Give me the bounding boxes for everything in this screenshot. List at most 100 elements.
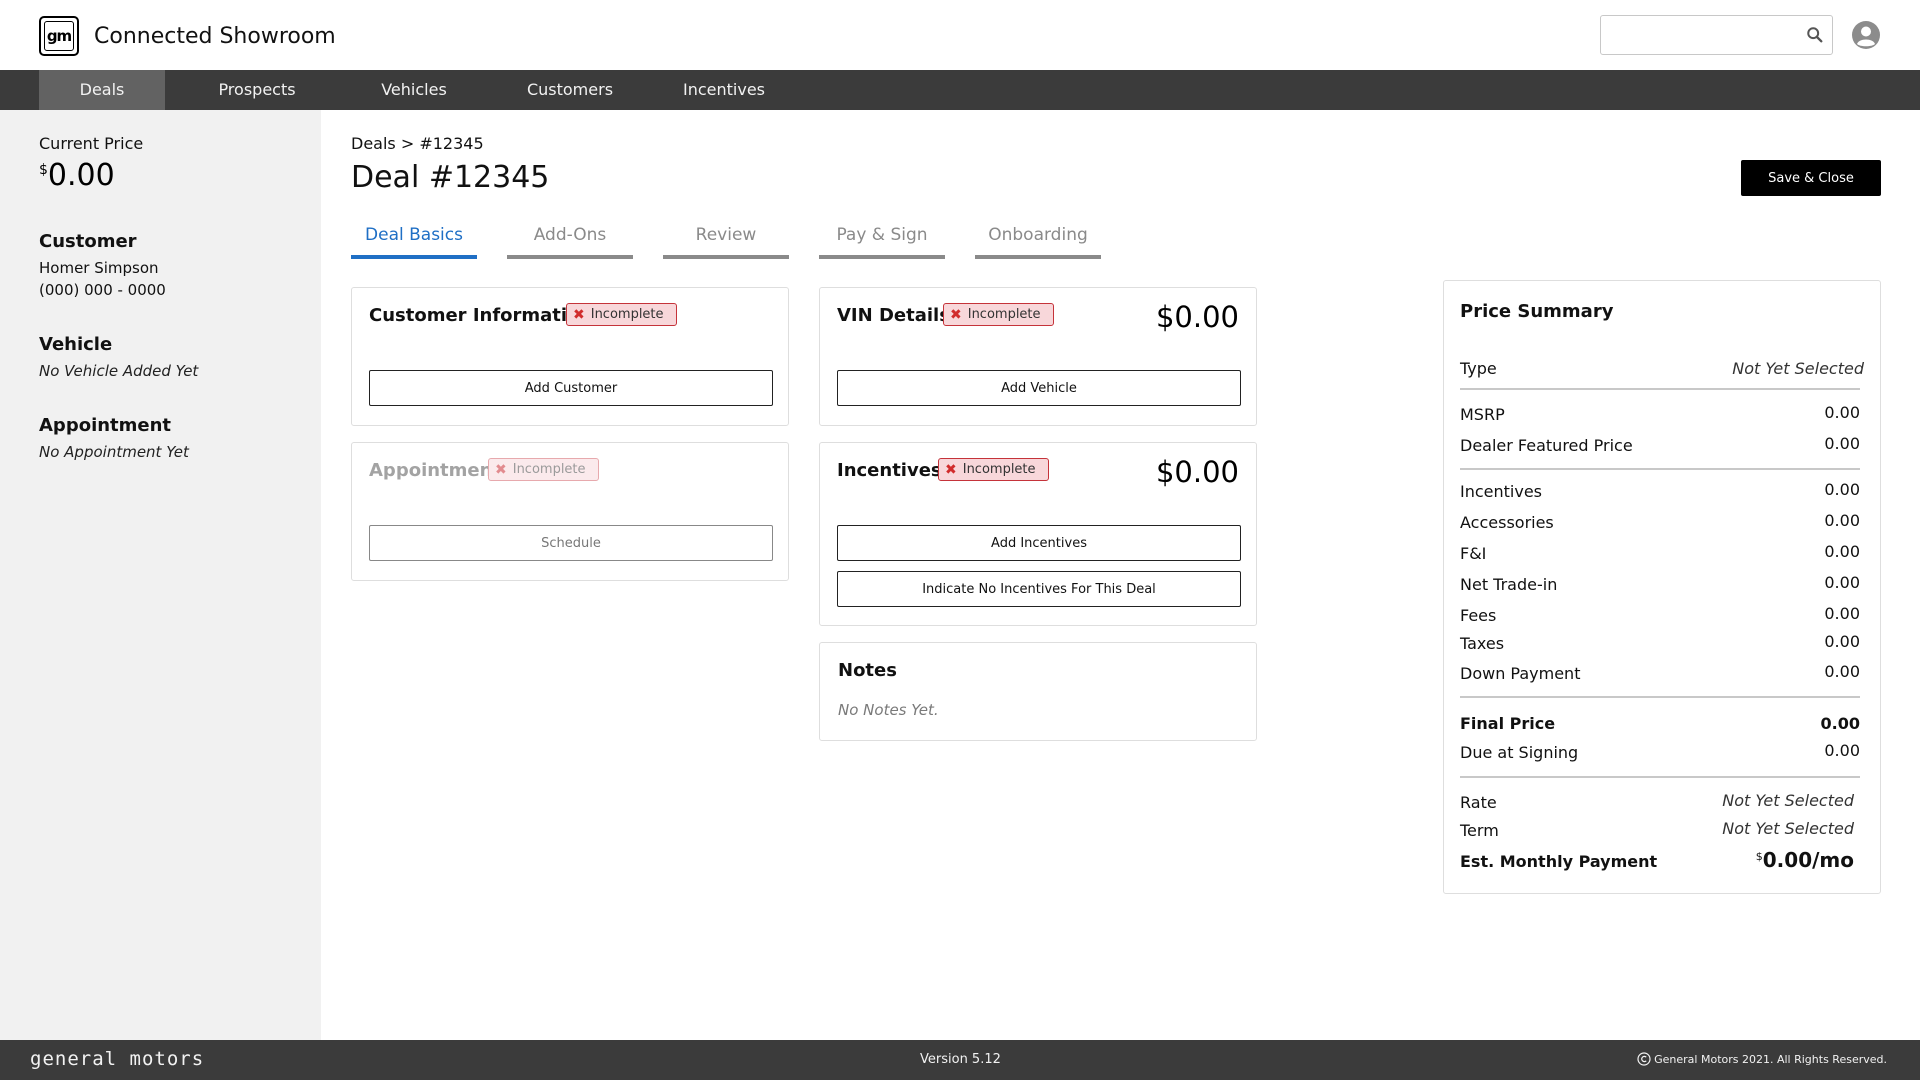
summary-label: Due at Signing xyxy=(1460,743,1579,762)
nav-item-incentives[interactable]: Incentives xyxy=(664,70,784,110)
add-customer-button[interactable]: Add Customer xyxy=(369,370,773,406)
summary-label: Net Trade-in xyxy=(1460,575,1558,594)
summary-label: Down Payment xyxy=(1460,664,1581,683)
add-incentives-button[interactable]: Add Incentives xyxy=(837,525,1241,561)
breadcrumb[interactable]: Deals > #12345 xyxy=(351,134,484,153)
incomplete-x-icon: ✖ xyxy=(950,306,962,323)
add-vehicle-button[interactable]: Add Vehicle xyxy=(837,370,1241,406)
summary-value: 0.00 xyxy=(1820,714,1860,733)
appointment-value: No Appointment Yet xyxy=(39,443,189,461)
search-icon[interactable] xyxy=(1806,26,1824,44)
nav-item-deals[interactable]: Deals xyxy=(39,70,165,110)
vehicle-heading: Vehicle xyxy=(39,334,113,355)
summary-label: MSRP xyxy=(1460,405,1505,424)
summary-value: 0.00 xyxy=(1824,542,1860,561)
monthly-amount: 0.00/mo xyxy=(1762,848,1854,872)
status-badge: ✖ Incomplete xyxy=(943,303,1054,326)
notes-empty-text: No Notes Yet. xyxy=(838,701,939,719)
currency-symbol: $ xyxy=(1755,850,1763,863)
page-title: Deal #12345 xyxy=(351,160,550,195)
summary-value: 0.00 xyxy=(1824,480,1860,499)
tab-add-ons[interactable]: Add-Ons xyxy=(507,225,633,259)
tab-pay-sign[interactable]: Pay & Sign xyxy=(819,225,945,259)
summary-label: Term xyxy=(1460,821,1499,840)
footer-version: Version 5.12 xyxy=(920,1052,1001,1067)
customer-phone: (000) 000 - 0000 xyxy=(39,281,166,299)
status-badge: ✖ Incomplete xyxy=(938,458,1049,481)
notes-title: Notes xyxy=(838,660,897,681)
status-badge: ✖ Incomplete xyxy=(566,303,677,326)
summary-label: Taxes xyxy=(1460,634,1505,653)
incomplete-x-icon: ✖ xyxy=(495,461,507,478)
gm-logo-mark: gm xyxy=(44,21,74,51)
no-incentives-button[interactable]: Indicate No Incentives For This Deal xyxy=(837,571,1241,607)
incomplete-x-icon: ✖ xyxy=(945,461,957,478)
incentives-title: Incentives xyxy=(837,460,942,481)
price-summary-panel: Price Summary Type Not Yet Selected MSRP… xyxy=(1443,280,1881,894)
search-box xyxy=(1600,15,1833,55)
nav-item-customers[interactable]: Customers xyxy=(510,70,630,110)
incomplete-x-icon: ✖ xyxy=(573,306,585,323)
customer-name: Homer Simpson xyxy=(39,259,159,277)
summary-value: 0.00 xyxy=(1824,741,1860,760)
status-badge: ✖ Incomplete xyxy=(488,458,599,481)
summary-divider xyxy=(1460,776,1860,778)
vehicle-value: No Vehicle Added Yet xyxy=(39,362,199,380)
schedule-button: Schedule xyxy=(369,525,773,561)
summary-value: 0.00 xyxy=(1824,511,1860,530)
status-badge-label: Incomplete xyxy=(967,307,1041,322)
vin-details-title: VIN Details xyxy=(837,305,950,326)
copyright-icon xyxy=(1637,1052,1651,1066)
nav-item-prospects[interactable]: Prospects xyxy=(195,70,319,110)
summary-label: Final Price xyxy=(1460,714,1556,733)
search-input[interactable] xyxy=(1601,16,1796,54)
summary-value: Not Yet Selected xyxy=(1732,359,1864,378)
summary-divider xyxy=(1460,468,1860,470)
customer-heading: Customer xyxy=(39,231,137,252)
appointment-title: Appointment xyxy=(369,460,502,481)
top-header: gm Connected Showroom xyxy=(0,0,1920,70)
tab-onboarding[interactable]: Onboarding xyxy=(975,225,1101,259)
summary-divider xyxy=(1460,696,1860,698)
customer-info-title: Customer Information xyxy=(369,305,593,326)
summary-value: Not Yet Selected xyxy=(1722,819,1854,838)
footer-brand: general motors xyxy=(30,1048,205,1070)
summary-value: 0.00 xyxy=(1824,662,1860,681)
gm-logo[interactable]: gm xyxy=(39,16,79,56)
summary-value: 0.00 xyxy=(1824,632,1860,651)
summary-label: Type xyxy=(1460,359,1497,378)
status-badge-label: Incomplete xyxy=(512,462,586,477)
appointment-heading: Appointment xyxy=(39,415,172,436)
vin-details-card: VIN Details ✖ Incomplete $0.00 Add Vehic… xyxy=(819,287,1257,426)
status-badge-label: Incomplete xyxy=(590,307,664,322)
vin-amount: $0.00 xyxy=(1155,300,1239,334)
main-nav: Deals Prospects Vehicles Customers Incen… xyxy=(0,70,1920,110)
summary-divider xyxy=(1460,388,1860,390)
incentives-amount: $0.00 xyxy=(1155,455,1239,489)
current-price-value: $0.00 xyxy=(39,158,115,193)
summary-value: 0.00 xyxy=(1824,573,1860,592)
footer-copyright: General Motors 2021. All Rights Reserved… xyxy=(1637,1052,1887,1066)
tab-review[interactable]: Review xyxy=(663,225,789,259)
footer: general motors Version 5.12 General Moto… xyxy=(0,1040,1920,1080)
summary-label: Est. Monthly Payment xyxy=(1460,852,1658,871)
footer-copyright-text: General Motors 2021. All Rights Reserved… xyxy=(1654,1052,1887,1066)
save-close-button[interactable]: Save & Close xyxy=(1741,160,1881,196)
nav-item-vehicles[interactable]: Vehicles xyxy=(354,70,474,110)
summary-label: Accessories xyxy=(1460,513,1554,532)
user-avatar-icon[interactable] xyxy=(1852,21,1880,49)
summary-label: F&I xyxy=(1460,544,1487,563)
tab-deal-basics[interactable]: Deal Basics xyxy=(351,225,477,259)
price-summary-title: Price Summary xyxy=(1460,301,1614,322)
summary-label: Rate xyxy=(1460,793,1497,812)
current-price-amount: 0.00 xyxy=(47,158,115,193)
summary-value: 0.00 xyxy=(1824,604,1860,623)
summary-value: Not Yet Selected xyxy=(1722,791,1854,810)
currency-symbol: $ xyxy=(39,162,48,178)
appointment-card: Appointment ✖ Incomplete Schedule xyxy=(351,442,789,581)
notes-card: Notes No Notes Yet. xyxy=(819,642,1257,741)
app-title: Connected Showroom xyxy=(94,24,336,49)
summary-value: 0.00 xyxy=(1824,434,1860,453)
incentives-card: Incentives ✖ Incomplete $0.00 Add Incent… xyxy=(819,442,1257,626)
customer-info-card: Customer Information ✖ Incomplete Add Cu… xyxy=(351,287,789,426)
